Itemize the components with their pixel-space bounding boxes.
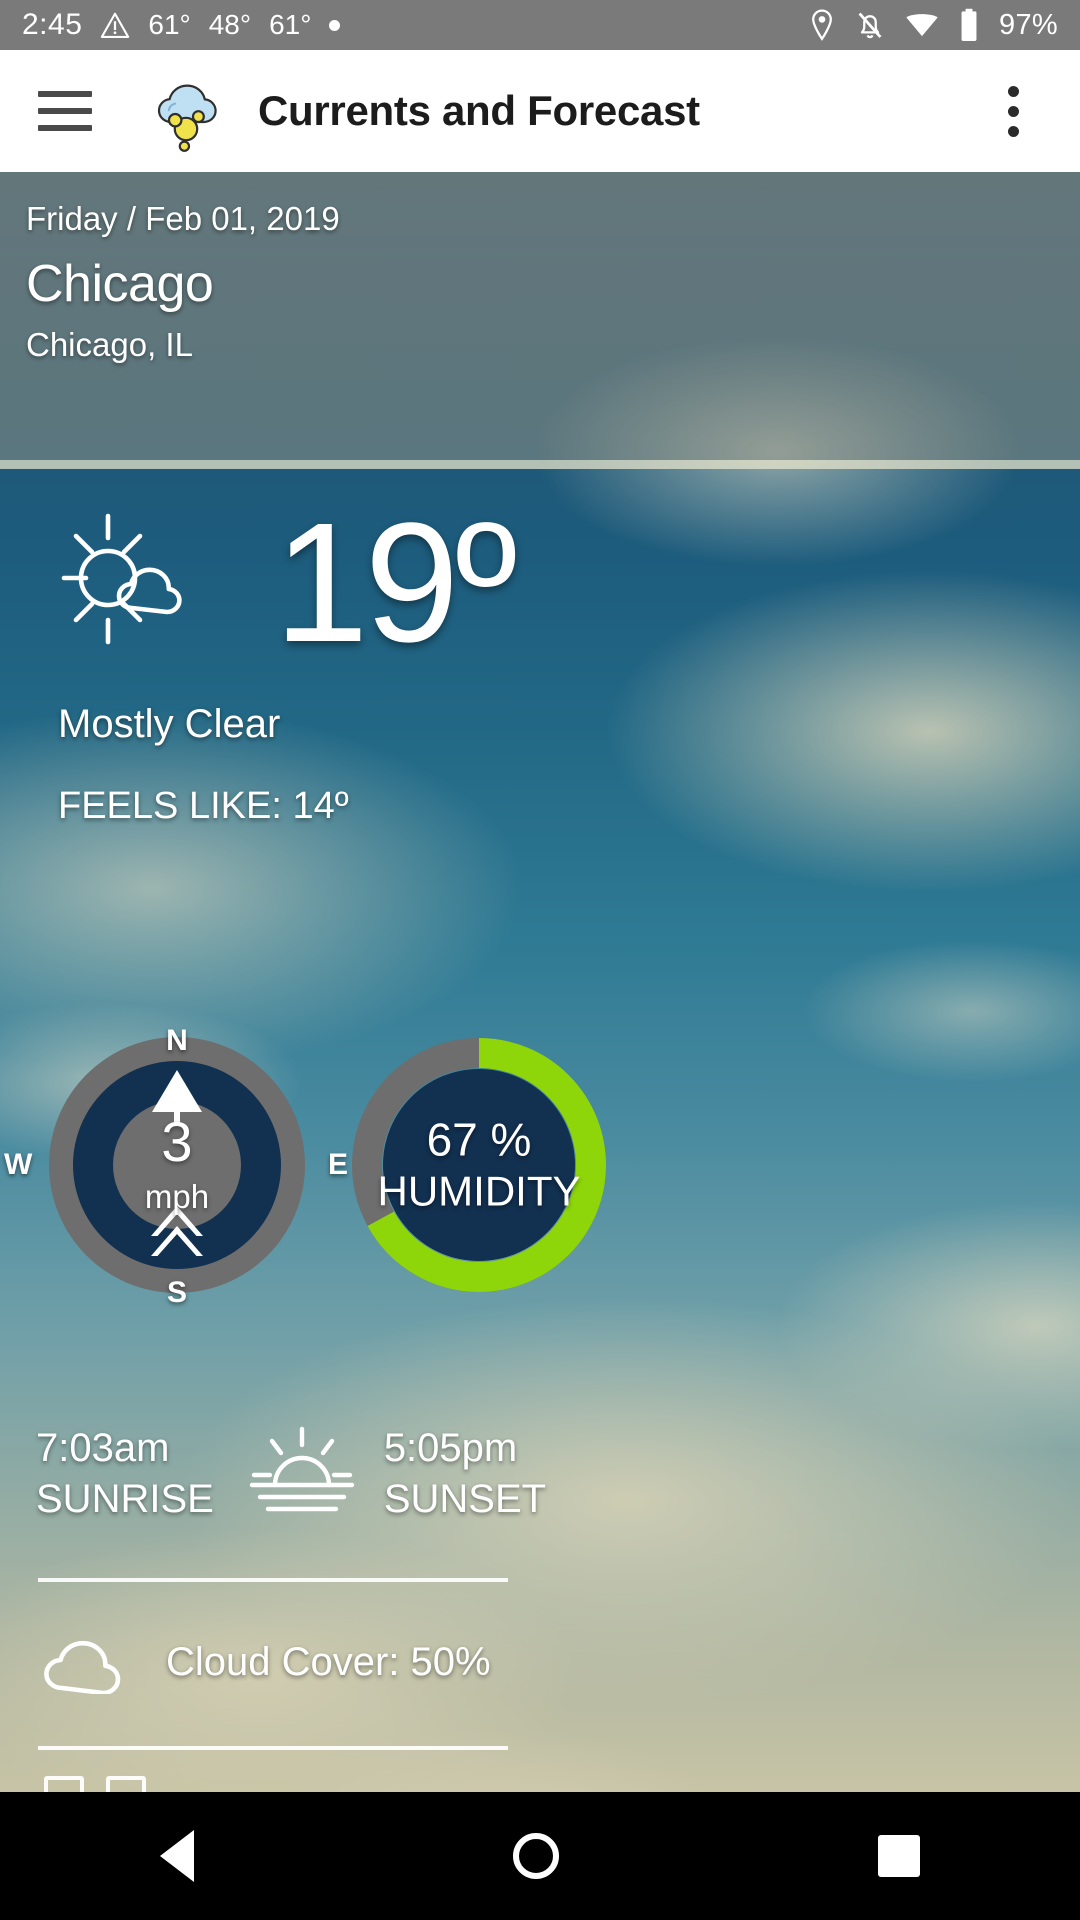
sun-row-divider [38,1578,508,1582]
wind-speed-value: 3 [161,1110,193,1173]
hamburger-menu-icon[interactable] [38,91,92,131]
location-header[interactable]: Friday / Feb 01, 2019 Chicago Chicago, I… [0,172,1080,460]
sunset-label: SUNSET [383,1476,547,1521]
wifi-icon [905,12,939,38]
sunrise-label: SUNRISE [36,1476,214,1521]
status-temp-3: 61° [269,9,312,40]
battery-icon [959,8,979,42]
sunrise-horizon-icon [248,1425,356,1522]
sun-behind-cloud-icon [56,508,216,658]
compass-label-north: N [166,1024,188,1057]
status-bar: 2:45 61° 48° 61° 97% [0,0,1080,50]
phone-screen: 2:45 61° 48° 61° 97% Currents and Foreca… [0,0,1080,1920]
bell-muted-icon [855,9,885,41]
status-bar-right: 97% [809,8,1058,42]
status-bar-left: 2:45 61° 48° 61° [22,8,341,42]
nav-back-icon[interactable] [159,1830,194,1882]
humidity-caption: HUMIDITY [377,1167,581,1215]
header-divider [0,460,1080,469]
temperature-row: 19º [0,478,1080,688]
nav-home-icon[interactable] [512,1833,559,1879]
status-temp-2: 48° [208,9,252,40]
status-clock: 2:45 [22,8,83,41]
cloud-row-divider [38,1746,508,1750]
current-temperature: 19º [274,488,517,678]
wind-readout: 3 mph [92,1114,262,1216]
feels-like-text: FEELS LIKE: 14º [58,785,349,827]
page-title: Currents and Forecast [258,87,700,134]
humidity-value: 67 % [426,1113,532,1166]
current-conditions-panel: 19º Mostly Clear FEELS LIKE: 14º [0,478,1080,828]
sunset-time: 5:05pm [383,1425,518,1470]
wind-gauge[interactable]: 3 mph N S W E [4,1024,348,1309]
nav-recents-icon[interactable] [878,1835,921,1877]
sunrise-block: 7:03am SUNRISE [36,1426,214,1522]
humidity-gauge[interactable]: 67 % HUMIDITY [344,1030,614,1300]
cloud-cover-row: Cloud Cover: 50% [40,1630,491,1696]
kebab-menu-icon[interactable] [988,83,1038,139]
status-temp-1: 61° [148,9,191,40]
wind-speed-unit: mph [144,1178,210,1215]
warning-triangle-icon [100,11,130,39]
gauges-row: 3 mph N S W E 67 % HUMIDITY [0,1024,1080,1330]
current-condition-text: Mostly Clear [58,702,281,746]
compass-label-south: S [166,1276,188,1309]
location-city: Chicago [26,255,214,313]
status-bullet-icon [329,19,341,31]
humidity-readout: 67 % HUMIDITY [354,1113,604,1216]
battery-percent-label: 97% [999,8,1058,41]
forecast-date: Friday / Feb 01, 2019 [26,200,340,237]
cloud-cover-text: Cloud Cover: 50% [166,1639,491,1684]
cloud-icon [40,1630,136,1696]
android-navigation-bar [0,1792,1080,1920]
sunrise-time: 7:03am [36,1425,170,1470]
location-region: Chicago, IL [26,326,193,363]
cloud-sun-logo-icon [144,69,236,153]
location-pin-icon [809,9,835,41]
sunset-block: 5:05pm SUNSET [384,1426,546,1522]
app-bar: Currents and Forecast [0,50,1080,172]
compass-label-west: W [4,1148,33,1181]
sun-times-row: 7:03am SUNRISE 5:05pm SUNSET [0,1425,1080,1522]
